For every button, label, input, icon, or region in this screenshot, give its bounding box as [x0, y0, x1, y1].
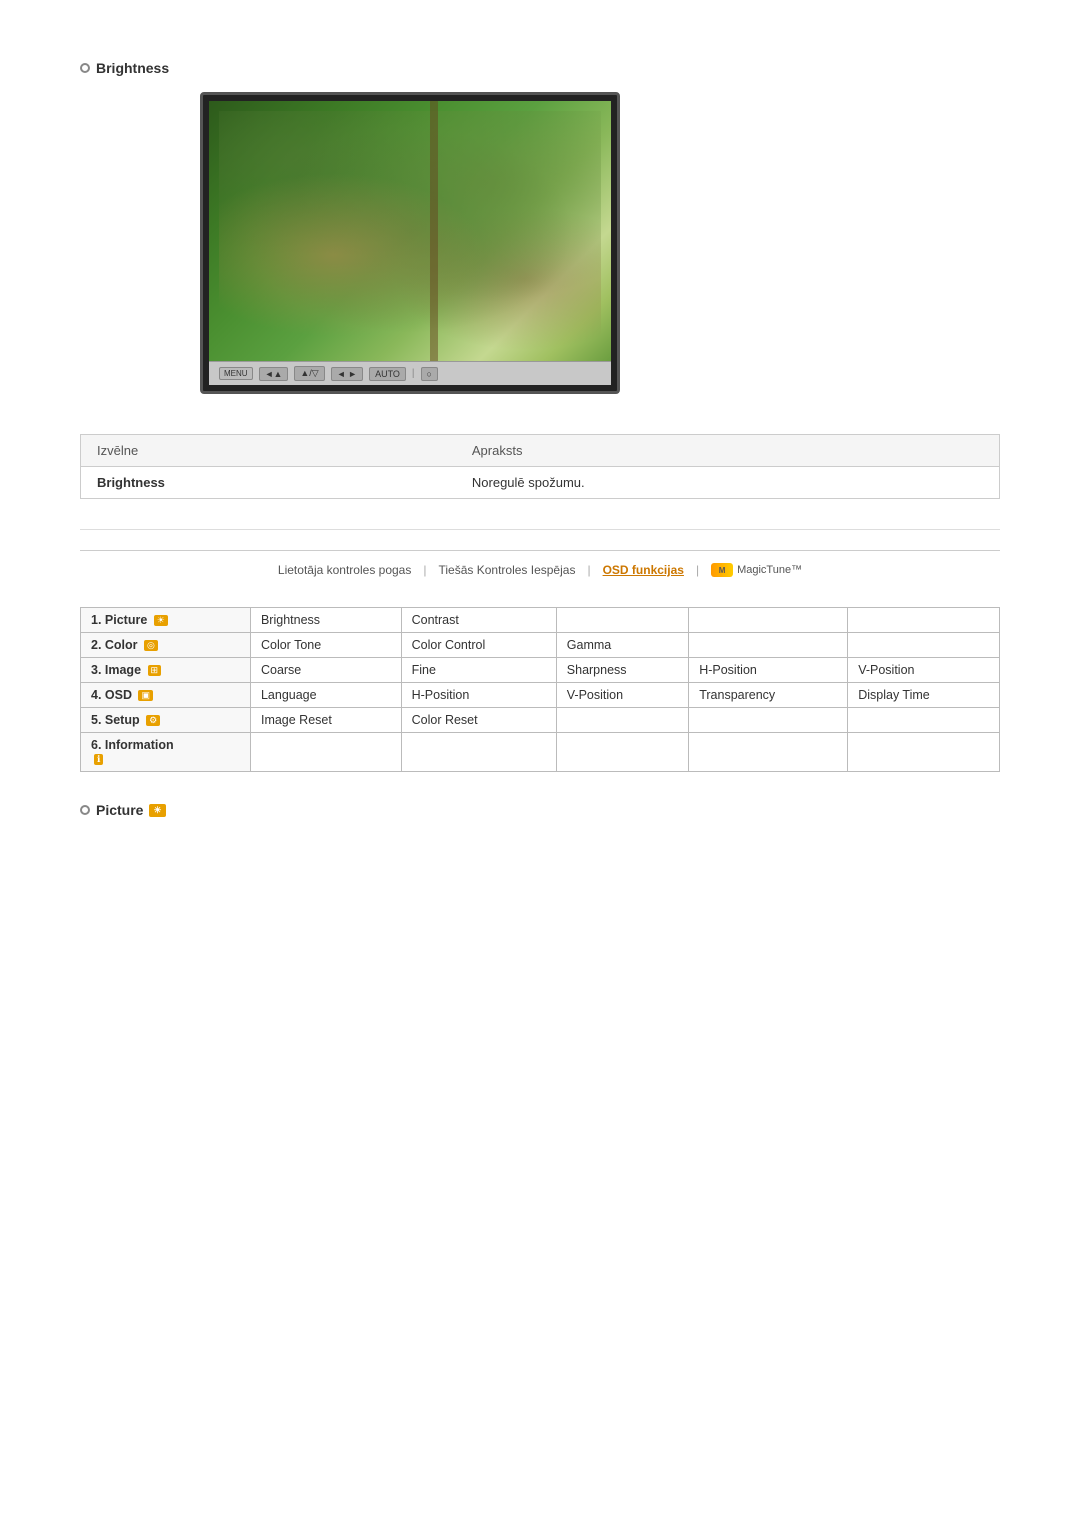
- info-empty-4: [689, 733, 848, 772]
- monitor-screen: [209, 101, 611, 361]
- picture-icon-badge: ☀: [154, 615, 168, 626]
- osd-v-position-cell[interactable]: V-Position: [556, 683, 688, 708]
- picture-badge-icon: ☀: [149, 804, 165, 817]
- separator: |: [412, 368, 415, 379]
- empty-cell-5: [848, 633, 1000, 658]
- table-row: Brightness Noregulē spožumu.: [81, 467, 999, 499]
- info-empty-1: [250, 733, 401, 772]
- empty-cell-7: [689, 708, 848, 733]
- osd-icon-badge: ▣: [138, 690, 153, 701]
- table-row: 1. Picture ☀ Brightness Contrast: [81, 608, 1000, 633]
- table-row: 2. Color ◎ Color Tone Color Control Gamm…: [81, 633, 1000, 658]
- empty-cell-4: [689, 633, 848, 658]
- col2-header: Apraksts: [456, 435, 999, 467]
- picture-circle-icon: [80, 805, 90, 815]
- brightness-heading: Brightness: [80, 60, 1000, 76]
- brightness-description: Noregulē spožumu.: [456, 467, 999, 499]
- col1-header: Izvēlne: [81, 435, 456, 467]
- transparency-cell[interactable]: Transparency: [689, 683, 848, 708]
- sharpness-cell[interactable]: Sharpness: [556, 658, 688, 683]
- power-button[interactable]: ○: [421, 367, 438, 381]
- info-empty-5: [848, 733, 1000, 772]
- nav-item-kontroles[interactable]: Lietotāja kontroles pogas: [278, 563, 411, 577]
- empty-cell-8: [848, 708, 1000, 733]
- info-table: Izvēlne Apraksts Brightness Noregulē spo…: [81, 435, 999, 498]
- color-reset-cell[interactable]: Color Reset: [401, 708, 556, 733]
- row-color-header: 2. Color ◎: [81, 633, 251, 658]
- setup-icon-badge: ⚙: [146, 715, 160, 726]
- row-image-header: 3. Image ⊞: [81, 658, 251, 683]
- display-time-cell[interactable]: Display Time: [848, 683, 1000, 708]
- lr-button[interactable]: ◄ ►: [331, 367, 363, 381]
- picture-heading: Picture ☀: [80, 802, 1000, 818]
- table-row: 3. Image ⊞ Coarse Fine Sharpness H-Posit…: [81, 658, 1000, 683]
- v-position-cell[interactable]: V-Position: [848, 658, 1000, 683]
- row-osd-header: 4. OSD ▣: [81, 683, 251, 708]
- table-row: 4. OSD ▣ Language H-Position V-Position …: [81, 683, 1000, 708]
- color-control-cell[interactable]: Color Control: [401, 633, 556, 658]
- nav-bar: Lietotāja kontroles pogas | Tiešās Kontr…: [80, 550, 1000, 577]
- osd-h-position-cell[interactable]: H-Position: [401, 683, 556, 708]
- empty-cell-1: [556, 608, 688, 633]
- table-row: 5. Setup ⚙ Image Reset Color Reset: [81, 708, 1000, 733]
- circle-icon: [80, 63, 90, 73]
- language-cell[interactable]: Language: [250, 683, 401, 708]
- info-empty-2: [401, 733, 556, 772]
- auto-button[interactable]: AUTO: [369, 367, 406, 381]
- image-icon-badge: ⊞: [148, 665, 162, 676]
- row-information-header: 6. Information ℹ: [81, 733, 251, 772]
- row-picture-header: 1. Picture ☀: [81, 608, 251, 633]
- nav-sep-2: |: [587, 563, 590, 577]
- color-tone-cell[interactable]: Color Tone: [250, 633, 401, 658]
- image-reset-cell[interactable]: Image Reset: [250, 708, 401, 733]
- menu-button[interactable]: MENU: [219, 367, 253, 380]
- empty-cell-2: [689, 608, 848, 633]
- divider: [80, 529, 1000, 530]
- coarse-cell[interactable]: Coarse: [250, 658, 401, 683]
- brightness-button[interactable]: ▲/▽: [294, 366, 324, 381]
- monitor-controls: MENU ◄▲ ▲/▽ ◄ ► AUTO | ○: [209, 361, 611, 385]
- nav-item-magictune[interactable]: M MagicTune™: [711, 563, 802, 577]
- brightness-cell[interactable]: Brightness: [250, 608, 401, 633]
- monitor-display: MENU ◄▲ ▲/▽ ◄ ► AUTO | ○: [200, 92, 620, 394]
- nav-sep-3: |: [696, 563, 699, 577]
- gamma-cell[interactable]: Gamma: [556, 633, 688, 658]
- h-position-cell[interactable]: H-Position: [689, 658, 848, 683]
- table-header-row: Izvēlne Apraksts: [81, 435, 999, 467]
- empty-cell-3: [848, 608, 1000, 633]
- nav-sep-1: |: [423, 563, 426, 577]
- color-icon-badge: ◎: [144, 640, 158, 651]
- brightness-label: Brightness: [81, 467, 456, 499]
- arrow-left-up-button[interactable]: ◄▲: [259, 367, 289, 381]
- monitor-frame: MENU ◄▲ ▲/▽ ◄ ► AUTO | ○: [200, 92, 620, 394]
- magictune-logo: M: [711, 563, 733, 577]
- table-row: 6. Information ℹ: [81, 733, 1000, 772]
- nav-item-osd[interactable]: OSD funkcijas: [603, 563, 684, 577]
- information-icon-badge: ℹ: [94, 754, 103, 765]
- empty-cell-6: [556, 708, 688, 733]
- info-table-container: Izvēlne Apraksts Brightness Noregulē spo…: [80, 434, 1000, 499]
- nav-item-tiesas[interactable]: Tiešās Kontroles Iespējas: [438, 563, 575, 577]
- row-setup-header: 5. Setup ⚙: [81, 708, 251, 733]
- contrast-cell[interactable]: Contrast: [401, 608, 556, 633]
- fine-cell[interactable]: Fine: [401, 658, 556, 683]
- info-empty-3: [556, 733, 688, 772]
- osd-table: 1. Picture ☀ Brightness Contrast 2. Colo…: [80, 607, 1000, 772]
